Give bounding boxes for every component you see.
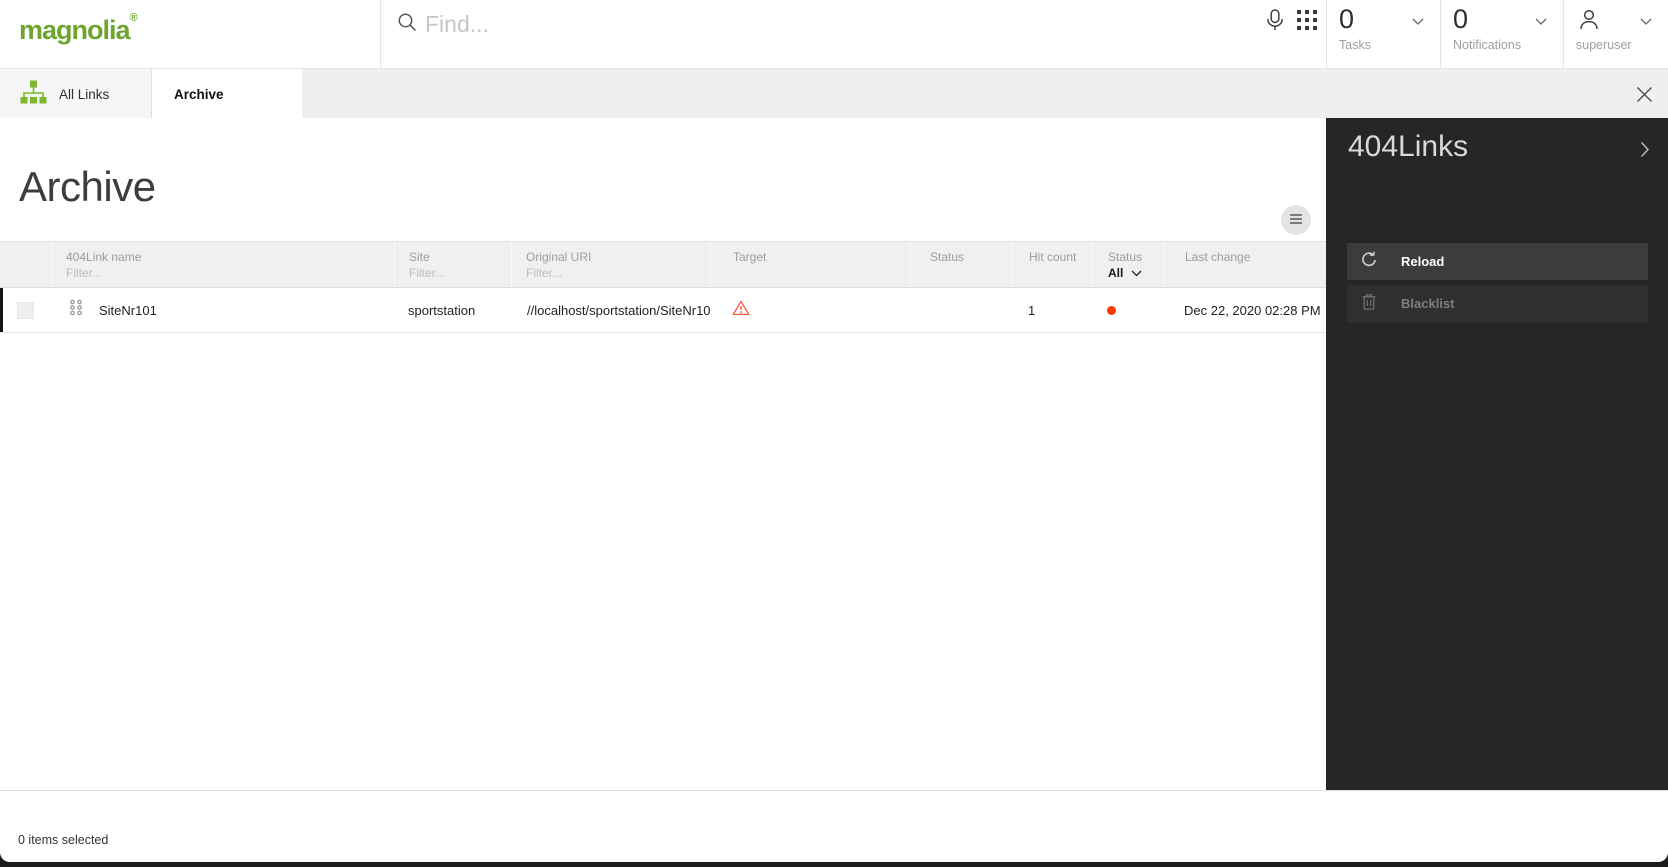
tab-archive[interactable]: Archive: [152, 69, 302, 119]
row-site-cell: sportstation: [394, 288, 511, 332]
search-icon: [397, 12, 419, 39]
app-launcher-grid-icon[interactable]: [1296, 9, 1320, 33]
tab-label: Archive: [174, 87, 224, 102]
user-icon: [1576, 7, 1602, 40]
site-filter-input[interactable]: [409, 266, 497, 280]
column-label: Last change: [1185, 250, 1322, 264]
tasks-count: 0: [1339, 4, 1354, 35]
tasks-label: Tasks: [1339, 38, 1371, 52]
row-status-dot-cell: [1091, 288, 1164, 332]
selection-count-text: 0 items selected: [18, 833, 108, 847]
reload-label: Reload: [1401, 254, 1444, 269]
hamburger-icon: [1289, 213, 1303, 228]
find-search-input[interactable]: [425, 6, 1025, 42]
row-last-change-cell: Dec 22, 2020 02:28 PM: [1164, 288, 1326, 332]
chevron-down-icon: [1640, 13, 1652, 31]
column-label: Target: [733, 250, 906, 264]
column-header-status-filter[interactable]: Status All: [1091, 242, 1164, 287]
top-bar: magnolia® 0 Tasks 0: [0, 0, 1668, 68]
column-header-target[interactable]: Target: [710, 242, 910, 287]
column-label: Status: [1108, 250, 1160, 264]
column-header-404link-name[interactable]: 404Link name: [51, 242, 394, 287]
table-options-button[interactable]: [1281, 205, 1311, 235]
user-menu[interactable]: superuser: [1563, 0, 1668, 68]
panel-action-list: Reload Blacklist: [1347, 243, 1648, 322]
name-filter-input[interactable]: [66, 266, 358, 280]
row-status-cell: [910, 288, 1011, 332]
chevron-down-icon: [1412, 13, 1424, 31]
chevron-right-icon[interactable]: [1640, 141, 1650, 158]
topbar-divider: [380, 0, 381, 68]
column-header-original-uri[interactable]: Original URI: [511, 242, 710, 287]
logo-registered-mark: ®: [130, 12, 138, 24]
column-header-hit-count[interactable]: Hit count: [1011, 242, 1091, 287]
status-filter-dropdown[interactable]: All: [1108, 266, 1160, 280]
sitemap-tree-icon: [20, 80, 47, 109]
app-tab-bar: All Links Archive: [0, 68, 1668, 118]
row-uri-cell: //localhost/sportstation/SiteNr101: [511, 288, 710, 332]
reload-button[interactable]: Reload: [1347, 243, 1648, 280]
row-checkbox[interactable]: [17, 302, 34, 319]
drag-handle-icon[interactable]: [69, 299, 83, 321]
microphone-icon[interactable]: [1263, 8, 1287, 34]
table-row[interactable]: SiteNr101 sportstation //localhost/sport…: [0, 288, 1326, 333]
select-all-column-header: [0, 242, 51, 287]
user-name-label: superuser: [1576, 38, 1632, 52]
column-label: Hit count: [1029, 250, 1087, 264]
status-bar: 0 items selected: [0, 790, 1668, 862]
reload-icon: [1359, 250, 1379, 273]
link-name: SiteNr101: [99, 303, 157, 318]
app-sheet: magnolia® 0 Tasks 0: [0, 0, 1668, 862]
uri-filter-input[interactable]: [526, 266, 688, 280]
row-name-cell: SiteNr101: [51, 288, 394, 332]
chevron-down-icon: [1131, 266, 1142, 280]
warning-triangle-icon: [732, 300, 750, 321]
column-header-last-change[interactable]: Last change: [1164, 242, 1326, 287]
notifications-indicator[interactable]: 0 Notifications: [1440, 0, 1563, 68]
action-panel: 404Links Reload: [1326, 118, 1668, 790]
status-filter-value: All: [1108, 266, 1123, 280]
column-header-site[interactable]: Site: [394, 242, 511, 287]
blacklist-button[interactable]: Blacklist: [1347, 285, 1648, 322]
panel-title: 404Links: [1348, 130, 1468, 164]
site-name: sportstation: [408, 303, 475, 318]
column-header-status[interactable]: Status: [910, 242, 1011, 287]
table-header: 404Link name Site Original URI Target St…: [0, 241, 1326, 288]
last-change-date: Dec 22, 2020 02:28 PM: [1184, 303, 1321, 318]
logo-text: magnolia: [19, 15, 130, 45]
content-area: Archive 404Link name Site Original URI T: [0, 118, 1668, 790]
column-label: Status: [930, 250, 1007, 264]
hit-count: 1: [1028, 303, 1035, 318]
tab-all-links[interactable]: All Links: [0, 69, 152, 119]
column-label: 404Link name: [66, 250, 390, 264]
column-label: Site: [409, 250, 507, 264]
original-uri: //localhost/sportstation/SiteNr101: [527, 303, 710, 318]
row-hit-count-cell: 1: [1011, 288, 1091, 332]
row-target-cell: [710, 288, 910, 332]
magnolia-logo: magnolia®: [19, 12, 138, 46]
page-title: Archive: [19, 163, 156, 211]
tab-label: All Links: [59, 87, 109, 102]
notifications-label: Notifications: [1453, 38, 1521, 52]
trash-icon: [1359, 292, 1379, 315]
tasks-indicator[interactable]: 0 Tasks: [1326, 0, 1440, 68]
close-icon[interactable]: [1636, 86, 1653, 103]
blacklist-label: Blacklist: [1401, 296, 1454, 311]
column-label: Original URI: [526, 250, 706, 264]
chevron-down-icon: [1535, 13, 1547, 31]
notifications-count: 0: [1453, 4, 1468, 35]
row-select-cell: [0, 288, 51, 332]
error-status-dot-icon: [1107, 306, 1116, 315]
